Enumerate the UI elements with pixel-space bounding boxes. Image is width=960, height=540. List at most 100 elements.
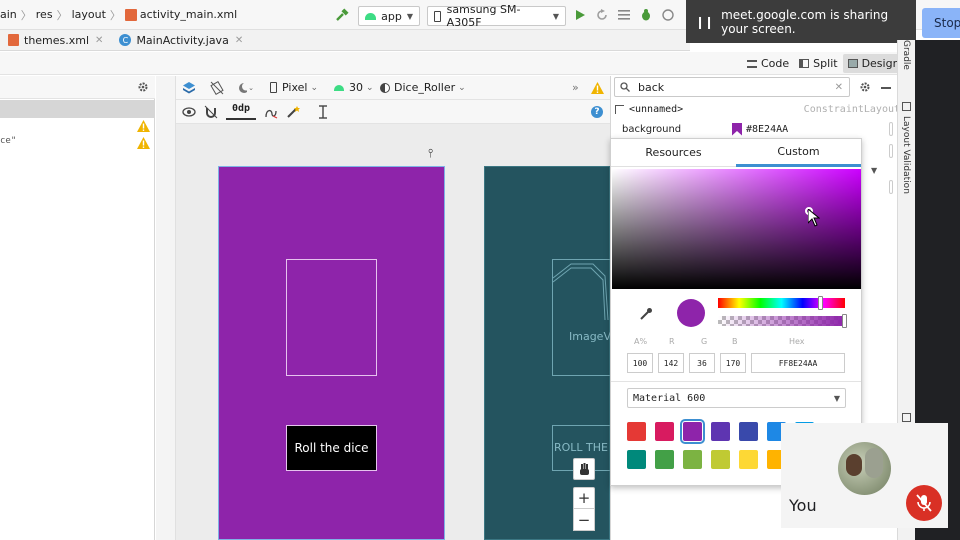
expand-toolbar-icon[interactable]: »: [572, 81, 579, 94]
palette-name: Material 600: [633, 392, 706, 404]
breadcrumb-file[interactable]: activity_main.xml: [140, 8, 237, 21]
color-swatch[interactable]: [683, 450, 702, 469]
color-swatch[interactable]: [680, 419, 705, 444]
tab-custom[interactable]: Custom: [736, 139, 861, 167]
channel-labels: A% R G B Hex: [611, 337, 861, 349]
alpha-input[interactable]: 100: [627, 353, 653, 373]
api-picker[interactable]: 30 ⌄: [334, 81, 374, 94]
zoom-out-button[interactable]: −: [573, 509, 595, 531]
pan-hand-button[interactable]: [573, 458, 595, 480]
eye-icon[interactable]: [182, 106, 196, 118]
stop-sharing-button[interactable]: Stop: [922, 8, 960, 38]
color-swatch[interactable]: [627, 450, 646, 469]
tab-resources[interactable]: Resources: [611, 139, 736, 167]
hue-handle[interactable]: [818, 296, 823, 310]
roll-dice-button[interactable]: Roll the dice: [286, 425, 377, 471]
code-mode-button[interactable]: Code: [742, 54, 794, 73]
tab-mainactivity-java[interactable]: C MainActivity.java ✕: [111, 30, 251, 51]
close-icon[interactable]: ✕: [235, 35, 243, 46]
apply-changes-icon[interactable]: [596, 9, 608, 21]
warning-icon[interactable]: [137, 137, 150, 149]
attribute-search-field[interactable]: back ✕: [614, 77, 850, 97]
help-icon[interactable]: ?: [591, 106, 603, 118]
device-picker[interactable]: Pixel ⌄: [270, 81, 318, 94]
color-swatch[interactable]: [739, 450, 758, 469]
palette-selector[interactable]: Material 600 ▼: [627, 388, 846, 408]
clear-search-icon[interactable]: ✕: [835, 82, 843, 93]
component-tree-panel: ce": [0, 76, 168, 540]
color-swatch[interactable]: [711, 422, 730, 441]
alpha-slider[interactable]: [718, 314, 847, 328]
hue-slider[interactable]: [718, 296, 845, 310]
infer-constraints-wand-icon[interactable]: [286, 105, 300, 119]
attribute-name: background: [622, 123, 682, 135]
debug-bug-icon[interactable]: [640, 9, 652, 21]
image-view-placeholder[interactable]: [286, 259, 377, 376]
layout-file-icon: [124, 8, 137, 21]
attribute-value[interactable]: #8E24AA: [746, 124, 788, 135]
device-name: Pixel: [282, 81, 308, 94]
blueprint-preview[interactable]: ImageVi ROLL THE: [484, 166, 622, 540]
list-icon[interactable]: [618, 10, 630, 20]
warning-icon[interactable]: [591, 82, 604, 94]
label-red: R: [669, 337, 675, 346]
clear-constraints-icon[interactable]: [264, 105, 278, 119]
saturation-brightness-field[interactable]: [612, 169, 861, 289]
channel-inputs: 100 142 36 170 FF8E24AA: [627, 353, 845, 373]
device-selector[interactable]: samsung SM-A305F ▼: [427, 3, 566, 29]
chevron-down-icon[interactable]: ▼: [871, 166, 877, 175]
orientation-icon[interactable]: [210, 81, 224, 95]
breadcrumb-main[interactable]: ain: [0, 8, 17, 21]
build-hammer-icon[interactable]: [335, 8, 349, 22]
hex-input[interactable]: FF8E24AA: [751, 353, 845, 373]
color-swatch[interactable]: [655, 450, 674, 469]
background-attribute-row[interactable]: background #8E24AA: [611, 120, 896, 138]
alpha-handle[interactable]: [842, 314, 847, 328]
design-preview[interactable]: Roll the dice: [218, 166, 445, 540]
module-selector[interactable]: app ▼: [358, 6, 420, 26]
side-tool-layout-validation[interactable]: Layout Validation: [901, 116, 911, 194]
color-swatch[interactable]: [739, 422, 758, 441]
breadcrumb-separator: 〉: [56, 8, 68, 22]
zoom-in-button[interactable]: +: [573, 487, 595, 509]
guidelines-icon[interactable]: [316, 105, 330, 119]
minimize-icon[interactable]: [881, 87, 891, 89]
gear-icon[interactable]: [137, 81, 149, 93]
close-icon[interactable]: ✕: [95, 35, 103, 46]
android-icon: [334, 84, 344, 91]
split-mode-button[interactable]: Split: [794, 54, 842, 73]
avatar: [838, 442, 891, 495]
color-swatch[interactable]: [655, 422, 674, 441]
blue-input[interactable]: 170: [720, 353, 746, 373]
chevron-down-icon: ⌄: [310, 82, 318, 93]
chevron-down-icon: ▼: [833, 393, 840, 403]
night-mode-icon[interactable]: ⌄: [238, 81, 254, 95]
tab-themes-xml[interactable]: themes.xml ✕: [0, 30, 111, 51]
breadcrumb-res[interactable]: res: [36, 8, 53, 21]
profiler-icon[interactable]: [662, 9, 674, 21]
design-mode-button[interactable]: Design: [842, 54, 905, 73]
search-input[interactable]: back: [638, 81, 664, 94]
component-type: ConstraintLayout: [803, 103, 900, 115]
pause-icon[interactable]: ❙❙: [695, 15, 714, 29]
tree-row-selected[interactable]: [0, 100, 155, 118]
field-scroll-indicator: [889, 122, 893, 136]
design-canvas[interactable]: ⫯ Roll the dice ImageVi ROLL THE + −: [176, 124, 622, 540]
red-input[interactable]: 142: [658, 353, 684, 373]
eyedropper-icon[interactable]: [639, 307, 653, 321]
gear-icon[interactable]: [859, 81, 871, 93]
green-input[interactable]: 36: [689, 353, 715, 373]
design-surface-layers-icon[interactable]: [182, 81, 196, 95]
breadcrumb-layout[interactable]: layout: [72, 8, 106, 21]
warning-icon[interactable]: [137, 120, 150, 132]
run-icon[interactable]: [574, 9, 586, 21]
split-icon: [799, 59, 810, 68]
view-mode-bar: Code Split Design: [0, 52, 915, 75]
side-tool-gradle[interactable]: Gradle: [901, 40, 911, 70]
mic-off-button[interactable]: [906, 485, 942, 521]
magnet-off-icon[interactable]: [204, 105, 218, 119]
color-swatch[interactable]: [711, 450, 730, 469]
color-swatch[interactable]: [627, 422, 646, 441]
theme-picker[interactable]: Dice_Roller ⌄: [380, 81, 466, 94]
default-margin-field[interactable]: 0dp: [226, 103, 256, 120]
